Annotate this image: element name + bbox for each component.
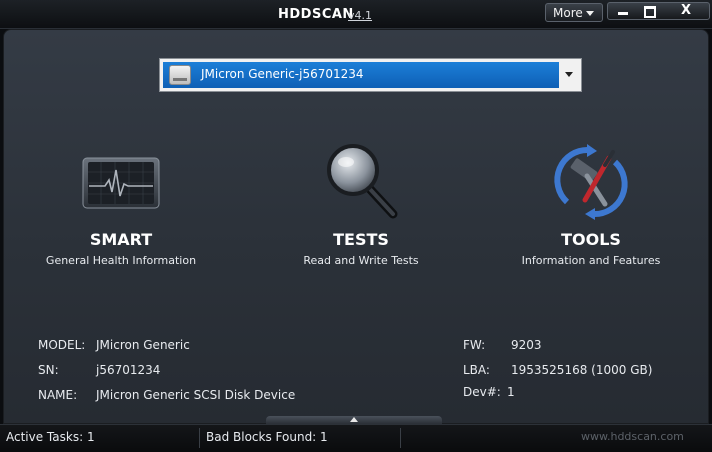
tools-description: Information and Features bbox=[521, 254, 661, 267]
tests-title: TESTS bbox=[333, 230, 389, 249]
tools-title: TOOLS bbox=[561, 230, 621, 249]
name-label: NAME: bbox=[38, 388, 78, 402]
smart-description: General Health Information bbox=[45, 254, 197, 267]
model-label: MODEL: bbox=[38, 338, 86, 352]
fw-label: FW: bbox=[463, 338, 486, 352]
heart-monitor-icon bbox=[79, 140, 163, 224]
chevron-down-icon bbox=[586, 11, 594, 16]
lba-label: LBA: bbox=[463, 363, 490, 377]
tools-button[interactable]: TOOLS Information and Features bbox=[491, 140, 691, 267]
dev-label: Dev#: bbox=[463, 385, 501, 399]
status-bar: Active Tasks: 1 Bad Blocks Found: 1 www.… bbox=[0, 424, 712, 452]
window-controls: X bbox=[607, 2, 710, 20]
more-menu-button[interactable]: More bbox=[545, 3, 603, 22]
tests-button[interactable]: TESTS Read and Write Tests bbox=[261, 140, 461, 267]
magnifier-icon bbox=[319, 140, 403, 224]
model-value: JMicron Generic bbox=[96, 338, 190, 352]
smart-button[interactable]: SMART General Health Information bbox=[21, 140, 221, 267]
smart-title: SMART bbox=[89, 230, 153, 249]
drive-select-dropdown[interactable]: JMicron Generic-j56701234 bbox=[159, 58, 582, 92]
active-tasks-status[interactable]: Active Tasks: 1 bbox=[0, 428, 200, 448]
maximize-icon[interactable] bbox=[638, 3, 660, 19]
sn-value: j56701234 bbox=[96, 363, 161, 377]
hard-drive-icon bbox=[169, 65, 191, 85]
sn-label: SN: bbox=[38, 363, 59, 377]
bad-blocks-status[interactable]: Bad Blocks Found: 1 bbox=[200, 428, 401, 448]
dropdown-arrow-icon[interactable] bbox=[559, 59, 581, 91]
fw-value: 9203 bbox=[511, 338, 542, 352]
name-value: JMicron Generic SCSI Disk Device bbox=[96, 388, 296, 402]
minimize-icon[interactable] bbox=[612, 3, 634, 19]
lba-value: 1953525168 (1000 GB) bbox=[511, 363, 653, 377]
tools-icon bbox=[549, 140, 633, 224]
more-label: More bbox=[553, 6, 583, 20]
panel-expand-handle[interactable] bbox=[266, 416, 442, 424]
selected-drive-name: JMicron Generic-j56701234 bbox=[201, 67, 364, 81]
title-bar: HDDSCAN v4.1 More X bbox=[0, 0, 712, 29]
dev-value: 1 bbox=[507, 385, 515, 399]
tests-description: Read and Write Tests bbox=[303, 254, 419, 267]
close-icon[interactable]: X bbox=[666, 3, 706, 19]
website-link[interactable]: www.hddscan.com bbox=[581, 430, 684, 443]
drive-select-value: JMicron Generic-j56701234 bbox=[163, 62, 559, 88]
app-title: HDDSCAN bbox=[278, 7, 354, 22]
app-version-link[interactable]: v4.1 bbox=[348, 9, 372, 22]
